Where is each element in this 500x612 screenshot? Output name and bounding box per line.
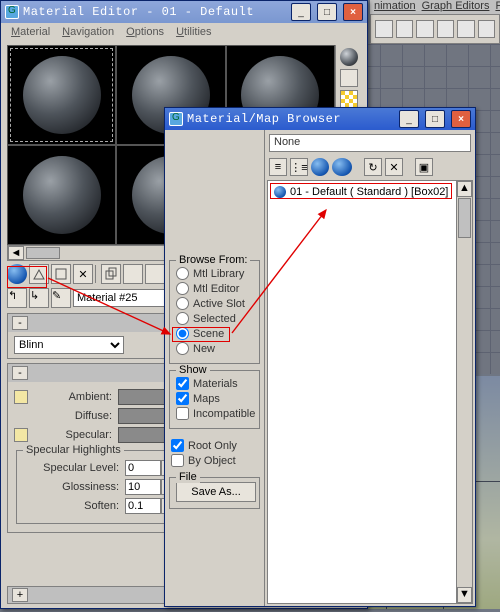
group-legend: File — [176, 471, 200, 483]
glossiness-label: Glossiness: — [23, 481, 119, 493]
close-button[interactable]: × — [343, 3, 363, 21]
clear-library-button[interactable]: ▣ — [415, 158, 433, 176]
specular-level-input[interactable] — [125, 460, 161, 476]
put-to-library-button[interactable] — [145, 264, 165, 284]
menu-options[interactable]: Options — [122, 25, 168, 39]
make-copy-button[interactable] — [101, 264, 121, 284]
scroll-thumb[interactable] — [26, 247, 60, 259]
browser-right-panel: None ≡ ⋮≡ ↻ ✕ ▣ 01 - Default ( Standard … — [265, 130, 475, 606]
glossiness-input[interactable] — [125, 479, 161, 495]
specular-label: Specular: — [34, 429, 112, 441]
browser-list[interactable]: 01 - Default ( Standard ) [Box02] ▲ ▼ — [267, 180, 473, 604]
save-as-button[interactable]: Save As... — [176, 482, 256, 502]
sample-backlight-icon[interactable] — [340, 69, 358, 87]
go-sibling-button[interactable]: ↳ — [29, 288, 49, 308]
root-by-group: Root Only By Object — [169, 435, 260, 471]
host-app-menu: nimationGraph EditorsR — [370, 0, 500, 14]
browser-left-panel: Browse From: Mtl Library Mtl Editor Acti… — [165, 130, 265, 606]
show-group: Show Materials Maps Incompatible — [169, 370, 260, 429]
shader-select[interactable]: Blinn — [14, 336, 124, 354]
scroll-down-icon[interactable]: ▼ — [457, 587, 472, 603]
list-scrollbar[interactable]: ▲ ▼ — [456, 181, 472, 603]
radio-new[interactable]: New — [176, 342, 253, 355]
window-title: Material Editor - 01 - Default — [23, 5, 285, 19]
material-slot-4[interactable] — [7, 145, 116, 245]
material-map-browser-window: Material/Map Browser _ □ × Browse From: … — [164, 107, 476, 607]
maximize-button[interactable]: □ — [425, 110, 445, 128]
collapse-icon[interactable]: - — [12, 366, 28, 380]
menu-material[interactable]: Material — [7, 25, 54, 39]
window-title: Material/Map Browser — [187, 112, 393, 126]
menu-navigation[interactable]: Navigation — [58, 25, 118, 39]
specular-level-label: Specular Level: — [23, 462, 119, 474]
scroll-thumb[interactable] — [458, 198, 471, 238]
annotation-highlight — [270, 183, 452, 199]
put-to-scene-button[interactable] — [29, 264, 49, 284]
material-editor-menubar[interactable]: Material Navigation Options Utilities — [1, 23, 367, 41]
radio-mtl-editor[interactable]: Mtl Editor — [176, 282, 253, 295]
view-list-button[interactable]: ≡ — [269, 158, 287, 176]
group-legend: Browse From: — [176, 254, 250, 266]
view-small-icons-button[interactable] — [311, 158, 329, 176]
arrow-right-icon: ↳ — [30, 290, 39, 302]
check-maps[interactable]: Maps — [176, 392, 253, 405]
soften-label: Soften: — [23, 500, 119, 512]
app-icon — [169, 112, 183, 126]
check-root-only[interactable]: Root Only — [171, 439, 258, 452]
view-large-icons-button[interactable] — [332, 158, 352, 176]
radio-selected[interactable]: Selected — [176, 312, 253, 325]
radio-mtl-library[interactable]: Mtl Library — [176, 267, 253, 280]
delete-icon: ✕ — [78, 268, 87, 281]
material-slot-1[interactable] — [7, 45, 116, 145]
minimize-button[interactable]: _ — [399, 110, 419, 128]
group-legend: Show — [176, 364, 210, 376]
go-parent-button[interactable]: ↰ — [7, 288, 27, 308]
delete-from-lib-button[interactable]: ✕ — [385, 158, 403, 176]
radio-scene[interactable]: Scene — [176, 327, 253, 340]
diffuse-label: Diffuse: — [34, 410, 112, 422]
get-material-button[interactable] — [7, 264, 27, 284]
eyedropper-icon: ✎ — [52, 290, 61, 302]
update-scene-button[interactable]: ↻ — [364, 158, 382, 176]
ambient-label: Ambient: — [34, 391, 112, 403]
scroll-left-icon[interactable]: ◄ — [8, 246, 24, 260]
check-by-object[interactable]: By Object — [171, 454, 258, 467]
host-app-toolbar — [370, 14, 500, 44]
browser-titlebar[interactable]: Material/Map Browser _ □ × — [165, 108, 475, 130]
selection-caption: None — [269, 134, 471, 152]
browser-toolbar: ≡ ⋮≡ ↻ ✕ ▣ — [269, 156, 471, 178]
check-materials[interactable]: Materials — [176, 377, 253, 390]
sample-checkerbg-icon[interactable] — [340, 90, 358, 108]
view-list-icons-button[interactable]: ⋮≡ — [290, 158, 308, 176]
material-editor-titlebar[interactable]: Material Editor - 01 - Default _ □ × — [1, 1, 367, 23]
collapse-icon[interactable]: - — [12, 316, 28, 330]
ambient-lock-icon[interactable] — [14, 390, 28, 404]
menu-utilities[interactable]: Utilities — [172, 25, 215, 39]
soften-input[interactable] — [125, 498, 161, 514]
reset-map-button[interactable]: ✕ — [73, 264, 93, 284]
scroll-up-icon[interactable]: ▲ — [457, 181, 472, 197]
minimize-button[interactable]: _ — [291, 3, 311, 21]
radio-active-slot[interactable]: Active Slot — [176, 297, 253, 310]
make-unique-button[interactable] — [123, 264, 143, 284]
maximize-button[interactable]: □ — [317, 3, 337, 21]
arrow-up-icon: ↰ — [8, 290, 17, 302]
sample-sphere-icon[interactable] — [340, 48, 358, 66]
assign-to-selection-button[interactable] — [51, 264, 71, 284]
app-icon — [5, 5, 19, 19]
close-button[interactable]: × — [451, 110, 471, 128]
group-legend: Specular Highlights — [23, 444, 124, 456]
file-group: File Save As... — [169, 477, 260, 509]
expand-icon[interactable]: + — [12, 588, 28, 602]
specular-lock-icon[interactable] — [14, 428, 28, 442]
browse-from-group: Browse From: Mtl Library Mtl Editor Acti… — [169, 260, 260, 364]
pick-material-button[interactable]: ✎ — [51, 288, 71, 308]
check-incompatible[interactable]: Incompatible — [176, 407, 253, 420]
